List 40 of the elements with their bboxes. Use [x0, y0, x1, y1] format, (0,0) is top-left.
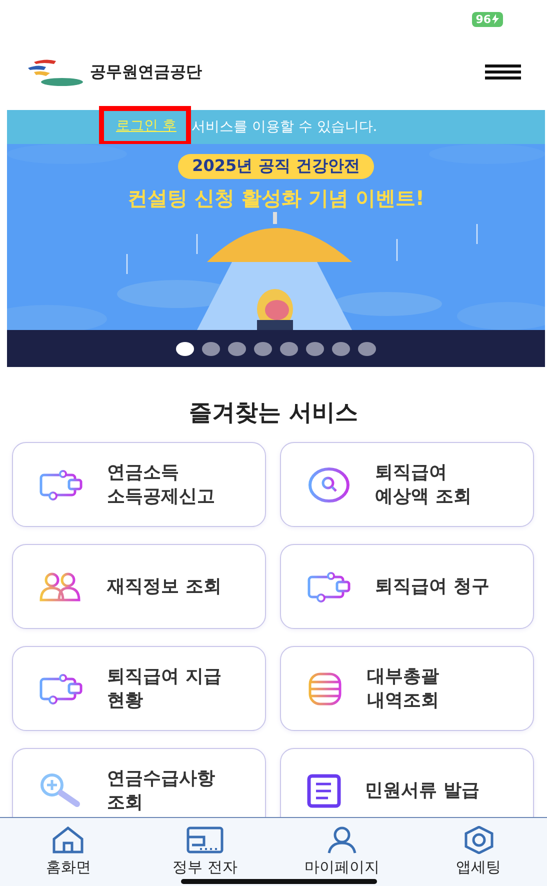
menu-icon[interactable]: [485, 64, 521, 80]
carousel-dot[interactable]: [176, 342, 194, 356]
nav-item[interactable]: 홈화면: [0, 818, 137, 886]
coin-stack-icon: [307, 672, 343, 706]
wallet-icon: [307, 570, 351, 602]
notice-text: 서비스를 이용할 수 있습니다.: [191, 118, 378, 136]
service-card[interactable]: 민원서류 발급: [280, 748, 534, 817]
search-icon: [307, 464, 351, 504]
service-card[interactable]: 연금소득 소득공제신고: [12, 442, 266, 527]
wallet-icon: [186, 826, 224, 854]
service-card[interactable]: 퇴직급여 예상액 조회: [280, 442, 534, 527]
nav-item[interactable]: 앱세팅: [410, 818, 547, 886]
wallet-icon: [39, 672, 83, 704]
banner-headline: 컨설팅 신청 활성화 기념 이벤트!: [128, 185, 424, 212]
home-icon: [52, 826, 84, 854]
nav-item[interactable]: 정부 전자: [136, 818, 274, 886]
wallet-icon: [39, 468, 83, 500]
nav-item[interactable]: 마이페이지: [274, 818, 410, 886]
settings-icon: [464, 826, 494, 854]
service-card[interactable]: 퇴직급여 청구: [280, 544, 534, 629]
battery-indicator: 96: [472, 12, 503, 26]
logo-icon: [26, 58, 84, 86]
carousel-dot[interactable]: [280, 342, 298, 356]
document-icon: [307, 774, 341, 808]
carousel-dot[interactable]: [254, 342, 272, 356]
carousel-dot[interactable]: [228, 342, 246, 356]
banner-badge: 2025년 공직 건강안전: [178, 154, 374, 179]
carousel-dot[interactable]: [358, 342, 376, 356]
people-icon: [39, 572, 83, 602]
carousel-dot[interactable]: [202, 342, 220, 356]
service-card[interactable]: 재직정보 조회: [12, 544, 266, 629]
service-card[interactable]: 대부총괄 내역조회: [280, 646, 534, 731]
service-card[interactable]: 퇴직급여 지급 현황: [12, 646, 266, 731]
section-title: 즐겨찾는 서비스: [188, 399, 359, 428]
carousel-dot[interactable]: [306, 342, 324, 356]
carousel-dot[interactable]: [332, 342, 350, 356]
zoom-in-icon: [39, 772, 83, 808]
logo-text: 공무원연금공단: [90, 62, 202, 82]
service-card[interactable]: 연금수급사항 조회: [12, 748, 266, 817]
user-icon: [326, 826, 358, 854]
